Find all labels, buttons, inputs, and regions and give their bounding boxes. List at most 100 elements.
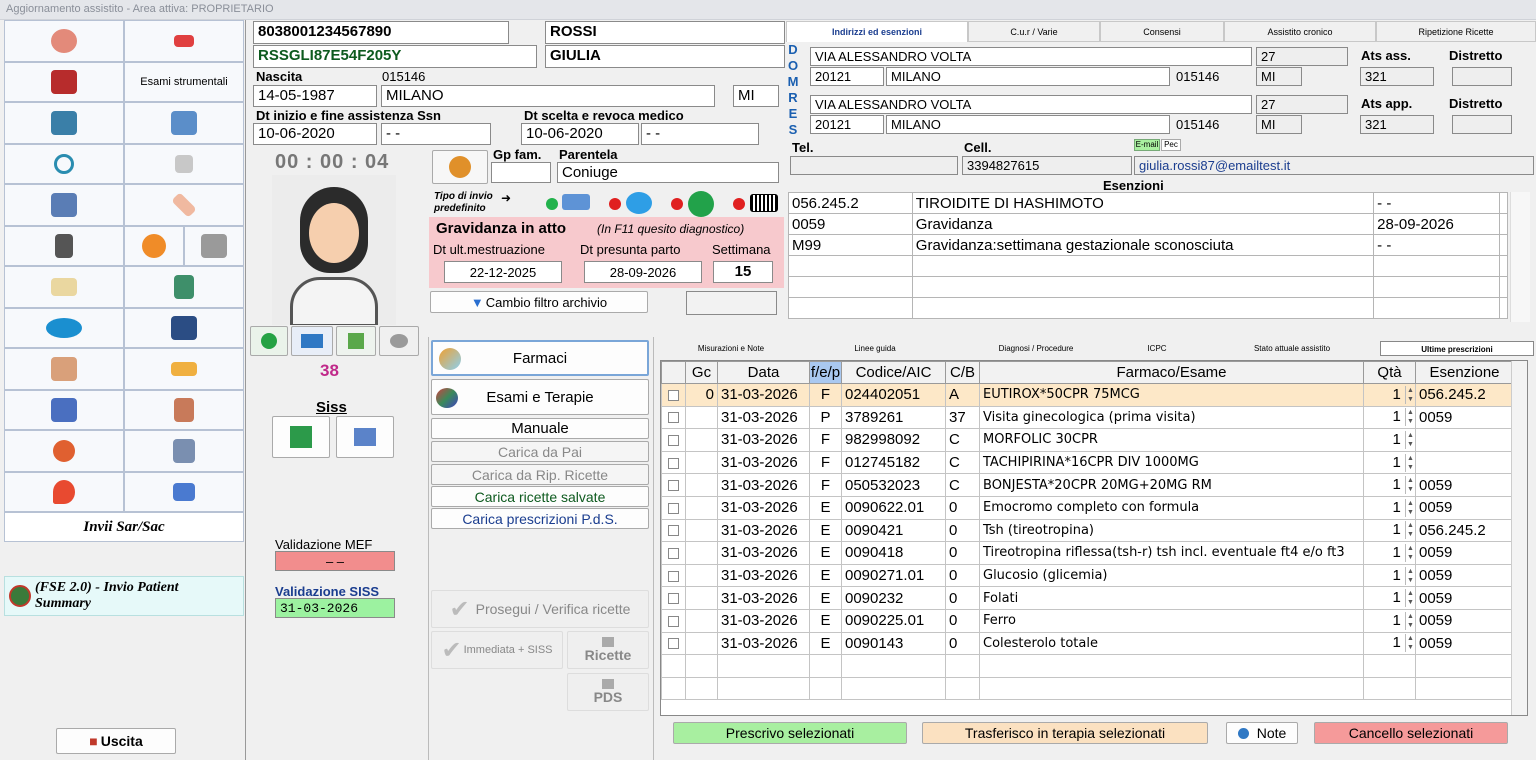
header-drug[interactable]: Farmaco/Esame bbox=[979, 361, 1364, 384]
birth-date-field[interactable]: 14-05-1987 bbox=[253, 85, 377, 107]
doctor-end-field[interactable]: - - bbox=[641, 123, 759, 145]
prescription-row[interactable]: 31-03-2026 E 0090622.01 0 Emocromo completo … bbox=[661, 495, 1514, 520]
nav-food-icon[interactable] bbox=[124, 348, 244, 390]
qty-spinner-icon[interactable]: ▲ ▼ bbox=[1405, 611, 1415, 630]
dom-cap-field[interactable]: 20121 bbox=[810, 67, 884, 86]
nav-doctor-icon[interactable] bbox=[4, 184, 124, 226]
tab-linee-guida[interactable]: Linee guida bbox=[808, 341, 942, 356]
nav-ats-icon[interactable] bbox=[124, 308, 244, 348]
gp-field[interactable] bbox=[491, 162, 551, 183]
header-code[interactable]: Codice/AIC bbox=[841, 361, 946, 384]
nav-clock-icon[interactable] bbox=[4, 430, 124, 472]
tel-field[interactable] bbox=[790, 156, 958, 175]
nav-form-icon[interactable] bbox=[124, 472, 244, 512]
email-field[interactable]: giulia.rossi87@emailtest.it bbox=[1134, 156, 1534, 175]
birth-city-field[interactable]: MILANO bbox=[381, 85, 715, 107]
res-cap-field[interactable]: 20121 bbox=[810, 115, 884, 134]
nav-hat-icon[interactable] bbox=[124, 20, 244, 62]
email-channel-icon[interactable] bbox=[562, 194, 590, 210]
name-field[interactable]: GIULIA bbox=[545, 45, 785, 68]
row-select[interactable] bbox=[661, 383, 686, 407]
trasferisco-button[interactable]: Trasferisco in terapia selezionati bbox=[922, 722, 1208, 744]
week-field[interactable]: 15 bbox=[713, 261, 773, 283]
row-checkbox[interactable] bbox=[668, 570, 679, 582]
nav-stethoscope-icon[interactable] bbox=[4, 144, 124, 184]
card-number-field[interactable]: 8038001234567890 bbox=[253, 21, 509, 44]
exemptions-scrollbar[interactable] bbox=[1510, 192, 1530, 322]
qty-spinner-icon[interactable]: ▲ ▼ bbox=[1405, 634, 1415, 653]
row-qty[interactable]: 1 ▲ ▼ bbox=[1363, 518, 1416, 543]
res-number-field[interactable]: 27 bbox=[1256, 95, 1348, 114]
siss-id-icon[interactable] bbox=[336, 416, 394, 458]
filter-extra-field[interactable] bbox=[686, 291, 777, 315]
row-qty[interactable]: 1 ▲ ▼ bbox=[1363, 541, 1416, 565]
distretto-field-1[interactable] bbox=[1452, 67, 1512, 86]
doctor-start-field[interactable]: 10-06-2020 bbox=[521, 123, 639, 145]
row-qty[interactable]: 1 ▲ ▼ bbox=[1363, 405, 1416, 430]
tab-misurazioni[interactable]: Misurazioni e Note bbox=[660, 341, 802, 356]
nav-card-icon[interactable] bbox=[4, 266, 124, 308]
channel-whatsapp-status[interactable] bbox=[671, 198, 683, 210]
prescription-row[interactable]: 31-03-2026 E 0090232 0 Folati 1 ▲ ▼ 0059 bbox=[661, 586, 1514, 610]
dom-city-field[interactable]: MILANO bbox=[886, 67, 1170, 86]
qty-spinner-icon[interactable]: ▲ ▼ bbox=[1405, 498, 1415, 517]
res-city-field[interactable]: MILANO bbox=[886, 115, 1170, 134]
tab-stato[interactable]: Stato attuale assistito bbox=[1208, 341, 1376, 356]
nav-organ-icon[interactable] bbox=[4, 472, 124, 512]
qty-spinner-icon[interactable]: ▲ ▼ bbox=[1405, 385, 1415, 404]
qty-spinner-icon[interactable]: ▲ ▼ bbox=[1405, 589, 1415, 608]
fiscal-code-field[interactable]: RSSGLI87E54F205Y bbox=[253, 45, 537, 68]
row-qty[interactable]: 1 ▲ ▼ bbox=[1363, 495, 1416, 520]
prescription-row[interactable]: 31-03-2026 E 0090421 0 Tsh (tireotropina) 1 ▲… bbox=[661, 518, 1514, 543]
tab-ultime[interactable]: Ultime prescrizioni bbox=[1380, 341, 1534, 356]
nav-certificate-icon[interactable] bbox=[124, 266, 244, 308]
sms-channel-icon[interactable] bbox=[626, 192, 652, 214]
exemption-row[interactable]: M99 Gravidanza:settimana gestazionale sco… bbox=[788, 234, 1509, 256]
row-qty[interactable]: 1 ▲ ▼ bbox=[1363, 383, 1416, 407]
nav-document-icon[interactable] bbox=[124, 430, 244, 472]
nav-clipboard-icon[interactable] bbox=[4, 102, 124, 144]
pec-tag[interactable]: Pec bbox=[1161, 139, 1181, 151]
row-qty[interactable]: 1 ▲ ▼ bbox=[1363, 563, 1416, 588]
exit-button[interactable]: ■ Uscita bbox=[56, 728, 176, 754]
row-checkbox[interactable] bbox=[668, 525, 679, 537]
row-select[interactable] bbox=[661, 450, 686, 475]
nav-person-icon[interactable] bbox=[4, 348, 124, 390]
cell-field[interactable]: 3394827615 bbox=[962, 156, 1132, 175]
tab-indirizzi[interactable]: Indirizzi ed esenzioni bbox=[786, 21, 968, 42]
row-select[interactable] bbox=[661, 473, 686, 497]
tab-consensi[interactable]: Consensi bbox=[1100, 21, 1224, 42]
channel-sms-status[interactable] bbox=[609, 198, 621, 210]
row-checkbox[interactable] bbox=[668, 638, 679, 650]
nav-checklist-icon[interactable] bbox=[4, 226, 124, 266]
dom-street-field[interactable]: VIA ALESSANDRO VOLTA bbox=[810, 47, 1252, 66]
carica-pds-button[interactable]: Carica prescrizioni P.d.S. bbox=[431, 508, 649, 529]
nav-square-icon[interactable] bbox=[184, 226, 244, 266]
row-select[interactable] bbox=[661, 631, 686, 656]
nav-bandage-icon[interactable] bbox=[124, 184, 244, 226]
row-checkbox[interactable] bbox=[668, 435, 679, 447]
carica-rip-button[interactable]: Carica da Rip. Ricette bbox=[431, 464, 649, 485]
manuale-button[interactable]: Manuale bbox=[431, 418, 649, 439]
whatsapp-sms-icon[interactable] bbox=[250, 326, 288, 356]
header-cb[interactable]: C/B bbox=[945, 361, 980, 384]
immediata-button[interactable]: ✔ Immediata + SISS bbox=[431, 631, 563, 669]
prescription-row[interactable]: 31-03-2026 E 0090418 0 Tireotropina riflessa… bbox=[661, 541, 1514, 565]
nav-patients-icon[interactable] bbox=[4, 20, 124, 62]
row-checkbox[interactable] bbox=[668, 389, 679, 401]
qty-spinner-icon[interactable]: ▲ ▼ bbox=[1405, 453, 1415, 472]
prescription-row[interactable]: 31-03-2026 F 012745182 C TACHIPIRINA*16CPR D… bbox=[661, 450, 1514, 475]
pds-button[interactable]: PDS bbox=[567, 673, 649, 711]
header-exemption[interactable]: Esenzione bbox=[1415, 361, 1514, 384]
prescrivo-button[interactable]: Prescrivo selezionati bbox=[673, 722, 907, 744]
nav-pen-icon[interactable] bbox=[124, 144, 244, 184]
birth-prov-field[interactable]: MI bbox=[733, 85, 779, 107]
email-tag[interactable]: E-mail bbox=[1134, 139, 1160, 151]
dom-number-field[interactable]: 27 bbox=[1256, 47, 1348, 66]
row-checkbox[interactable] bbox=[668, 615, 679, 627]
prescription-row[interactable]: 31-03-2026 F 050532023 C BONJESTA*20CPR 20MG… bbox=[661, 473, 1514, 497]
nav-calendar2-icon[interactable] bbox=[124, 390, 244, 430]
row-qty[interactable]: 1 ▲ ▼ bbox=[1363, 473, 1416, 497]
prescription-row[interactable]: 31-03-2026 E 0090143 0 Colesterolo totale 1 ▲… bbox=[661, 631, 1514, 656]
note-button[interactable]: Note bbox=[1226, 722, 1298, 744]
